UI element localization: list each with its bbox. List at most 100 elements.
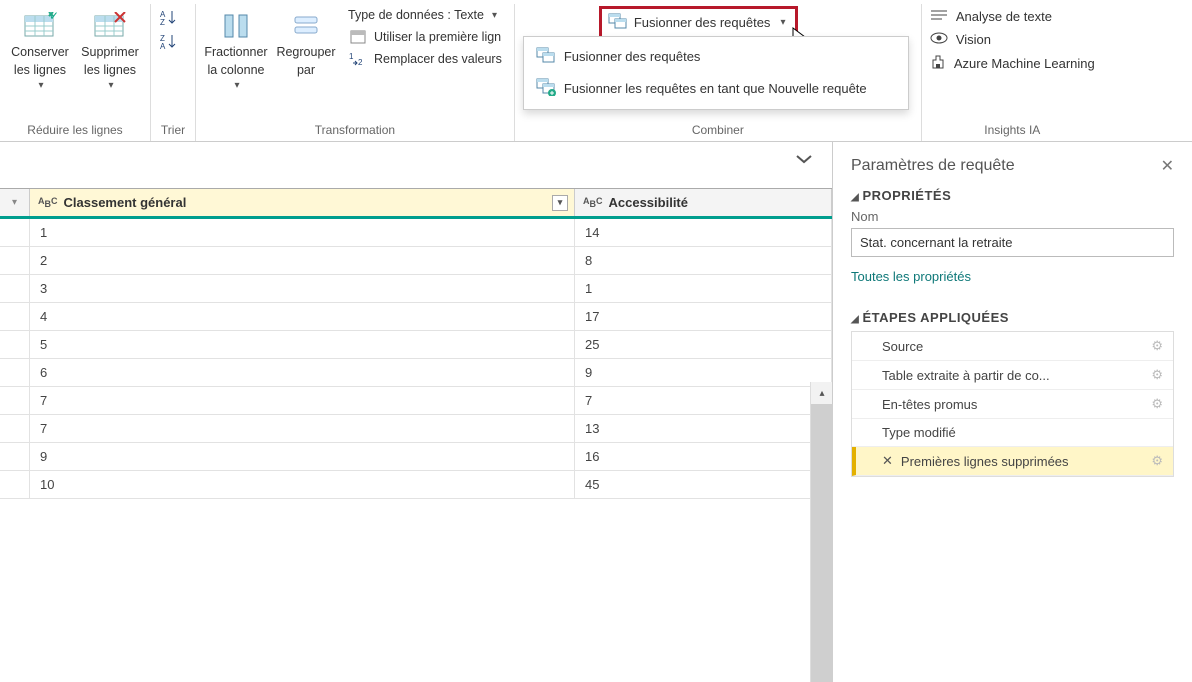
table-row[interactable]: 417 — [0, 303, 832, 331]
group-sort-label: Trier — [159, 123, 187, 139]
table-row[interactable]: 713 — [0, 415, 832, 443]
row-handle[interactable] — [0, 387, 30, 414]
all-properties-link[interactable]: Toutes les propriétés — [851, 269, 971, 284]
table-row[interactable]: 916 — [0, 443, 832, 471]
row-handle[interactable] — [0, 471, 30, 498]
table-row[interactable]: 525 — [0, 331, 832, 359]
row-handle[interactable] — [0, 331, 30, 358]
properties-section-header[interactable]: PROPRIÉTÉS — [851, 188, 1174, 203]
text-analytics-button[interactable]: Analyse de texte — [930, 8, 1095, 25]
table-row[interactable]: 114 — [0, 219, 832, 247]
grid-body: 114283141752569777139161045 — [0, 219, 832, 499]
data-preview: ▾ ABC Classement général ▾ ABC Accessibi… — [0, 142, 832, 565]
svg-text:1: 1 — [349, 52, 354, 61]
cell: 8 — [575, 247, 832, 274]
applied-steps-list: Source ⚙ Table extraite à partir de co..… — [851, 331, 1174, 477]
cell: 25 — [575, 331, 832, 358]
cell: 45 — [575, 471, 832, 498]
row-handle[interactable] — [0, 359, 30, 386]
use-first-row-label: Utiliser la première lign — [374, 30, 501, 44]
remove-rows-button[interactable]: Supprimer les lignes — [78, 4, 142, 93]
column-type-icon: ABC — [38, 195, 58, 209]
step-removed-top-rows[interactable]: ✕ Premières lignes supprimées ⚙ — [852, 447, 1173, 476]
keep-rows-icon: ✓ — [23, 8, 57, 44]
use-first-row-button[interactable]: Utiliser la première lign — [344, 28, 506, 46]
name-field-label: Nom — [851, 209, 1174, 224]
cell: 7 — [30, 415, 575, 442]
scroll-up-button[interactable]: ▴ — [811, 382, 833, 404]
vertical-scrollbar[interactable]: ▴ — [810, 382, 832, 682]
step-label: Table extraite à partir de co... — [882, 368, 1050, 383]
table-row[interactable]: 69 — [0, 359, 832, 387]
replace-values-icon: 12 — [348, 52, 368, 66]
applied-steps-section-header[interactable]: ÉTAPES APPLIQUÉES — [851, 310, 1174, 325]
cell: 3 — [30, 275, 575, 302]
merge-queries-icon — [608, 13, 628, 32]
select-all-button[interactable]: ▾ — [0, 189, 30, 216]
split-column-button[interactable]: Fractionner la colonne — [204, 4, 268, 93]
column-type-icon: ABC — [583, 195, 603, 209]
split-column-icon — [221, 8, 251, 44]
keep-rows-label: Conserver les lignes — [11, 44, 69, 79]
row-handle[interactable] — [0, 443, 30, 470]
column-filter-button[interactable]: ▾ — [552, 195, 568, 211]
expand-formula-bar-button[interactable] — [794, 152, 814, 171]
chevron-down-icon[interactable]: ▾ — [780, 17, 785, 28]
table-row[interactable]: 28 — [0, 247, 832, 275]
row-handle[interactable] — [0, 219, 30, 246]
menu-merge-queries-label: Fusionner des requêtes — [564, 49, 701, 64]
gear-icon[interactable]: ⚙ — [1151, 396, 1163, 412]
gear-icon[interactable]: ⚙ — [1151, 453, 1163, 469]
row-handle[interactable] — [0, 303, 30, 330]
azure-ml-button[interactable]: Azure Machine Learning — [930, 54, 1095, 73]
sort-asc-button[interactable]: AZ — [159, 8, 179, 28]
column-header-accessibilite[interactable]: ABC Accessibilité — [575, 189, 832, 216]
step-promoted-headers[interactable]: En-têtes promus ⚙ — [852, 390, 1173, 419]
group-insights: Analyse de texte Vision Azure Machine Le… — [922, 4, 1103, 141]
vision-label: Vision — [956, 32, 991, 47]
row-handle[interactable] — [0, 275, 30, 302]
cell: 6 — [30, 359, 575, 386]
vision-button[interactable]: Vision — [930, 31, 1095, 48]
text-analytics-label: Analyse de texte — [956, 9, 1052, 24]
remove-rows-icon — [93, 8, 127, 44]
scroll-track[interactable] — [811, 404, 833, 682]
close-settings-button[interactable]: ✕ — [1161, 156, 1174, 176]
menu-merge-queries-as-new[interactable]: Fusionner les requêtes en tant que Nouve… — [524, 72, 908, 105]
column-header-label: Accessibilité — [609, 195, 689, 210]
svg-text:2: 2 — [358, 58, 363, 66]
menu-merge-queries[interactable]: Fusionner des requêtes — [524, 41, 908, 72]
table-row[interactable]: 31 — [0, 275, 832, 303]
group-by-label: Regrouper par — [276, 44, 335, 79]
step-table-extracted[interactable]: Table extraite à partir de co... ⚙ — [852, 361, 1173, 390]
keep-rows-button[interactable]: ✓ Conserver les lignes — [8, 4, 72, 93]
step-label: Premières lignes supprimées — [901, 454, 1069, 469]
table-row[interactable]: 1045 — [0, 471, 832, 499]
gear-icon[interactable]: ⚙ — [1151, 367, 1163, 383]
row-handle[interactable] — [0, 247, 30, 274]
step-source[interactable]: Source ⚙ — [852, 332, 1173, 361]
merge-queries-menu: Fusionner des requêtes Fusionner les req… — [523, 36, 909, 110]
row-handle[interactable] — [0, 415, 30, 442]
cell: 14 — [575, 219, 832, 246]
column-header-classement-general[interactable]: ABC Classement général ▾ — [30, 189, 575, 216]
replace-values-button[interactable]: 12 Remplacer des valeurs — [344, 50, 506, 68]
query-name-input[interactable] — [851, 228, 1174, 257]
group-transform: Fractionner la colonne Regrouper par Typ… — [196, 4, 515, 141]
merge-queries-split-button[interactable]: Fusionner des requêtes ▾ — [599, 6, 799, 39]
table-header-icon — [348, 30, 368, 44]
delete-step-icon[interactable]: ✕ — [882, 453, 893, 469]
data-type-label: Type de données : Texte — [348, 8, 484, 22]
sort-desc-button[interactable]: ZA — [159, 32, 179, 52]
gear-icon[interactable]: ⚙ — [1151, 338, 1163, 354]
group-by-button[interactable]: Regrouper par — [274, 4, 338, 79]
table-row[interactable]: 77 — [0, 387, 832, 415]
grid-header-row: ▾ ABC Classement général ▾ ABC Accessibi… — [0, 189, 832, 219]
step-changed-type[interactable]: Type modifié — [852, 419, 1173, 447]
column-header-label: Classement général — [64, 195, 187, 210]
group-transform-label: Transformation — [204, 123, 506, 139]
group-combine-label: Combiner — [523, 123, 913, 139]
step-label: En-têtes promus — [882, 397, 977, 412]
workspace: ▾ ABC Classement général ▾ ABC Accessibi… — [0, 142, 1192, 565]
data-type-button[interactable]: Type de données : Texte — [344, 6, 506, 24]
